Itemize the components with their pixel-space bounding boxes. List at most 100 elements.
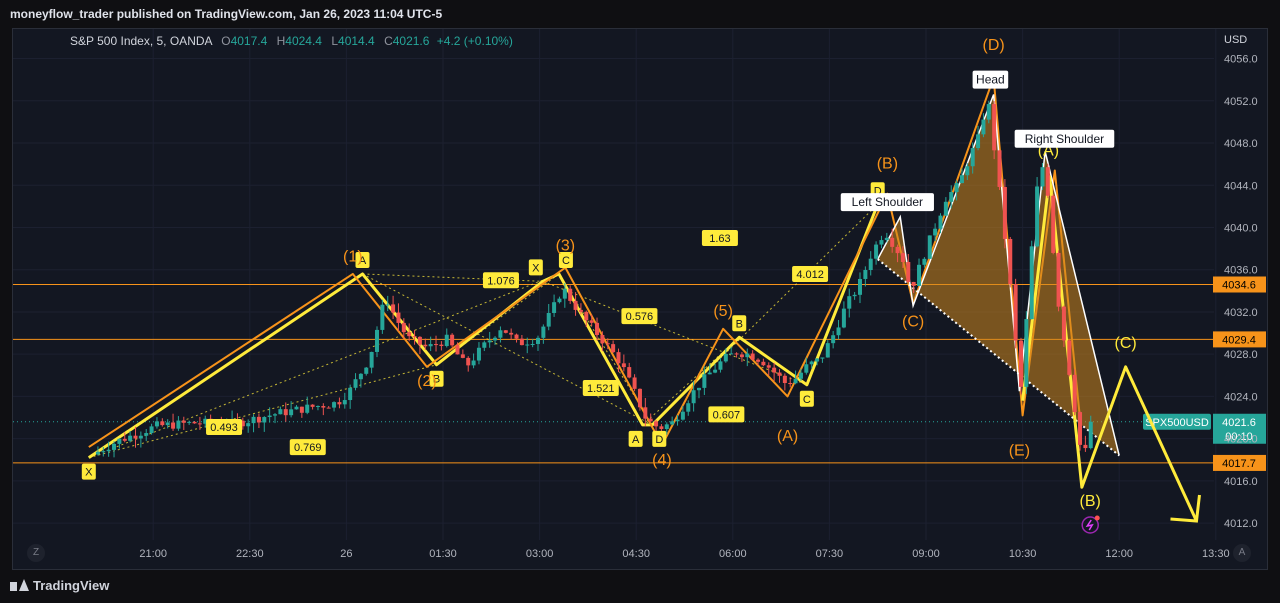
candle-body	[1024, 319, 1029, 387]
candle-body	[600, 334, 605, 344]
candle-body	[788, 383, 793, 385]
candle-body	[804, 364, 809, 373]
candle-body	[315, 406, 320, 408]
price-tick-label: 4024.0	[1224, 391, 1258, 403]
candle-body	[611, 344, 616, 353]
candle-body	[970, 148, 975, 167]
candle-body	[595, 322, 600, 335]
price-tick-label: 4040.0	[1224, 222, 1258, 234]
candle-body	[283, 409, 288, 416]
level-price-label: 4034.6	[1222, 280, 1256, 292]
open-label: O	[221, 34, 231, 48]
candle-body	[959, 175, 964, 184]
wave-label: (3)	[556, 238, 576, 255]
candle-body	[417, 336, 422, 345]
candle-body	[584, 311, 589, 321]
candle-body	[144, 433, 149, 436]
time-tick-label: 22:30	[236, 548, 264, 560]
candle-body	[482, 342, 487, 348]
candle-body	[299, 406, 304, 413]
candle-body	[187, 421, 192, 423]
candle-body	[841, 308, 846, 328]
time-axis: 21:00 22:30 26 01:30 03:00 04:30 06:00 07:30 09:…	[139, 548, 1229, 560]
candle-body	[112, 443, 117, 450]
tradingview-logo[interactable]: TradingView	[10, 578, 109, 593]
candle-body	[884, 237, 889, 241]
candle-body	[739, 354, 744, 358]
time-tick-label: 04:30	[622, 548, 650, 560]
candle-body	[337, 402, 342, 405]
pattern-point-label: C	[803, 394, 811, 406]
candle-body	[718, 361, 723, 370]
candle-body	[305, 404, 310, 413]
candle-body	[1078, 412, 1083, 445]
candle-body	[412, 336, 417, 338]
candle-body	[772, 367, 777, 373]
ratio-label: 1.521	[587, 383, 615, 395]
candle-body	[745, 353, 750, 358]
chart-canvas[interactable]: 4034.64029.44017.7SPX500USD 4021.600:10 X…	[0, 0, 1280, 603]
candle-body	[707, 372, 712, 375]
wave-label: (B)	[1080, 493, 1101, 510]
candle-body	[836, 327, 841, 336]
time-tick-label: 07:30	[816, 548, 844, 560]
candle-body	[605, 343, 610, 345]
candle-body	[637, 388, 642, 408]
candle-body	[289, 409, 294, 416]
candle-body	[326, 407, 331, 409]
price-tick-label: 4028.0	[1224, 349, 1258, 361]
candle-body	[256, 416, 261, 423]
candle-body	[766, 365, 771, 368]
candle-body	[986, 104, 991, 120]
time-tick-label: 12:00	[1105, 548, 1133, 560]
candle-body	[863, 270, 868, 279]
annotation-label: Head	[976, 73, 1005, 87]
candle-body	[702, 374, 707, 388]
candle-body	[734, 353, 739, 355]
wave-label: (E)	[1009, 443, 1030, 460]
candle-body	[933, 228, 938, 236]
open-value: 4017.4	[230, 34, 268, 48]
candle-body	[809, 361, 814, 365]
candle-body	[401, 322, 406, 333]
high-value: 4024.4	[285, 34, 322, 48]
candle-body	[670, 421, 675, 425]
candle-body	[750, 353, 755, 360]
candle-body	[396, 312, 401, 323]
level-price-label: 4029.4	[1222, 334, 1256, 346]
change-value: +4.2 (+0.10%)	[436, 34, 513, 48]
time-tick-label: 01:30	[429, 548, 457, 560]
candle-body	[852, 294, 857, 297]
lightning-bolt	[1085, 519, 1094, 531]
wave-label: (D)	[983, 37, 1005, 54]
ratio-label: 4.012	[796, 269, 824, 281]
candle-body	[439, 344, 444, 347]
candle-body	[310, 404, 315, 407]
candle-body	[761, 361, 766, 366]
candle-body	[654, 421, 659, 427]
candle-body	[530, 343, 535, 345]
scroll-left-button[interactable]: Z	[27, 544, 45, 562]
candle-body	[1045, 167, 1050, 196]
candle-body	[949, 192, 954, 202]
candle-body	[820, 357, 825, 359]
candle-body	[568, 288, 573, 301]
low-value: 4014.4	[338, 34, 375, 48]
candle-body	[825, 343, 830, 358]
candle-body	[444, 334, 449, 347]
symbol-name: S&P 500 Index, 5, OANDA	[70, 34, 212, 48]
candle-body	[927, 235, 932, 259]
candle-body	[487, 340, 492, 343]
auto-scale-button[interactable]: A	[1233, 544, 1251, 562]
candle-body	[176, 420, 181, 429]
candle-body	[353, 379, 358, 388]
candle-body	[1067, 340, 1072, 375]
low-label: L	[331, 34, 339, 48]
ratio-label: 1.63	[709, 233, 730, 245]
high-label: H	[276, 34, 286, 48]
candle-body	[514, 334, 519, 339]
candle-body	[525, 344, 530, 346]
time-tick-label: 09:00	[912, 548, 940, 560]
time-tick-label: 21:00	[139, 548, 167, 560]
ratio-label: 1.076	[487, 275, 515, 287]
